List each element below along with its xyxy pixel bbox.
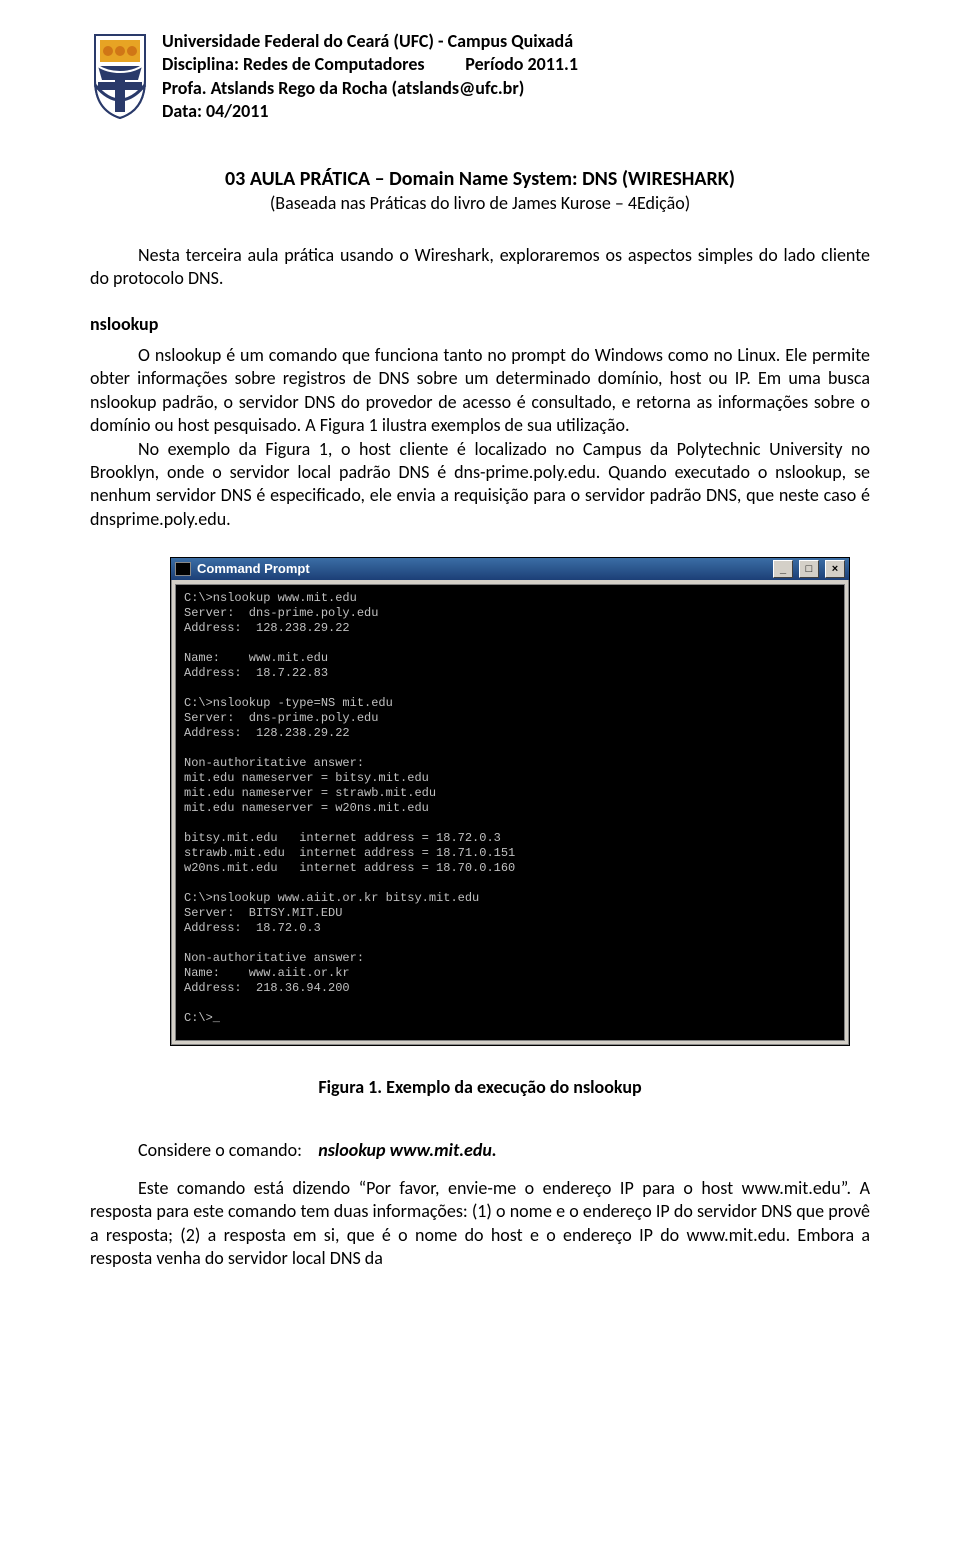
section-heading-nslookup: nslookup [90,313,870,336]
intro-paragraph: Nesta terceira aula prática usando o Wir… [90,244,870,291]
title-sub: (Baseada nas Práticas do livro de James … [90,192,870,215]
document-header: Universidade Federal do Ceará (UFC) - Ca… [90,30,870,126]
paragraph-2: No exemplo da Figura 1, o host cliente é… [90,438,870,532]
command-prompt-window: Command Prompt _ □ × C:\>nslookup www.mi… [170,557,850,1046]
header-line-4: Data: 04/2011 [162,100,578,123]
paragraph-3: Este comando está dizendo “Por favor, en… [90,1177,870,1271]
cmd-icon [175,562,191,576]
title-block: 03 AULA PRÁTICA – Domain Name System: DN… [90,166,870,215]
maximize-button[interactable]: □ [799,560,819,578]
consider-command: nslookup www.mit.edu. [318,1139,496,1161]
header-line-1: Universidade Federal do Ceará (UFC) - Ca… [162,30,578,53]
title-main: 03 AULA PRÁTICA – Domain Name System: DN… [90,166,870,192]
university-crest-icon [90,30,150,126]
cmd-title: Command Prompt [197,561,310,578]
minimize-button[interactable]: _ [773,560,793,578]
header-text-block: Universidade Federal do Ceará (UFC) - Ca… [162,30,578,126]
close-button[interactable]: × [825,560,845,578]
consider-command-line: Considere o comando: nslookup www.mit.ed… [138,1139,870,1162]
command-prompt-body: C:\>nslookup www.mit.edu Server: dns-pri… [175,584,845,1041]
paragraph-1: O nslookup é um comando que funciona tan… [90,344,870,438]
figure-1-caption: Figura 1. Exemplo da execução do nslooku… [90,1076,870,1099]
command-prompt-titlebar: Command Prompt _ □ × [171,558,849,580]
header-line-2: Disciplina: Redes de Computadores Períod… [162,53,578,76]
header-line-3: Profa. Atslands Rego da Rocha (atslands@… [162,77,578,100]
